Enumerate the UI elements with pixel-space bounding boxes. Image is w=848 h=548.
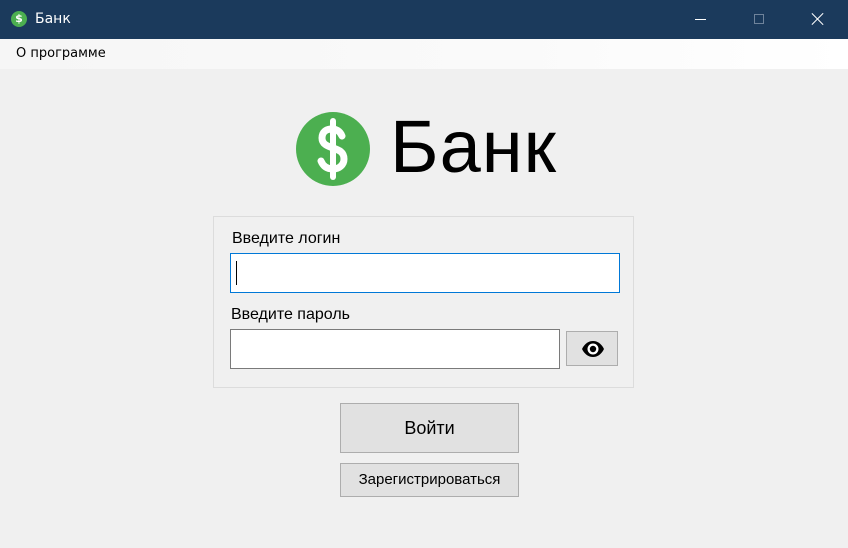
text-caret	[236, 261, 237, 285]
app-dollar-icon: $	[11, 11, 27, 27]
password-label: Введите пароль	[231, 306, 350, 323]
register-button[interactable]: Зарегистрироваться	[340, 463, 519, 497]
minimize-icon	[695, 19, 706, 20]
show-password-button[interactable]	[566, 331, 618, 366]
close-icon	[809, 10, 827, 28]
logo-title: Банк	[390, 105, 557, 188]
maximize-button[interactable]	[730, 0, 788, 39]
title-bar: $ Банк	[0, 0, 848, 39]
dollar-logo-icon	[296, 112, 370, 186]
maximize-icon	[754, 14, 764, 24]
minimize-button[interactable]	[672, 0, 730, 39]
eye-icon	[582, 341, 604, 357]
login-button[interactable]: Войти	[340, 403, 519, 453]
login-label: Введите логин	[232, 230, 341, 247]
login-input[interactable]	[230, 253, 620, 293]
menu-bar: О программе	[0, 39, 848, 69]
close-button[interactable]	[789, 0, 847, 39]
password-input[interactable]	[230, 329, 560, 369]
window-title: Банк	[35, 11, 71, 27]
menu-item-about[interactable]: О программе	[16, 46, 106, 62]
